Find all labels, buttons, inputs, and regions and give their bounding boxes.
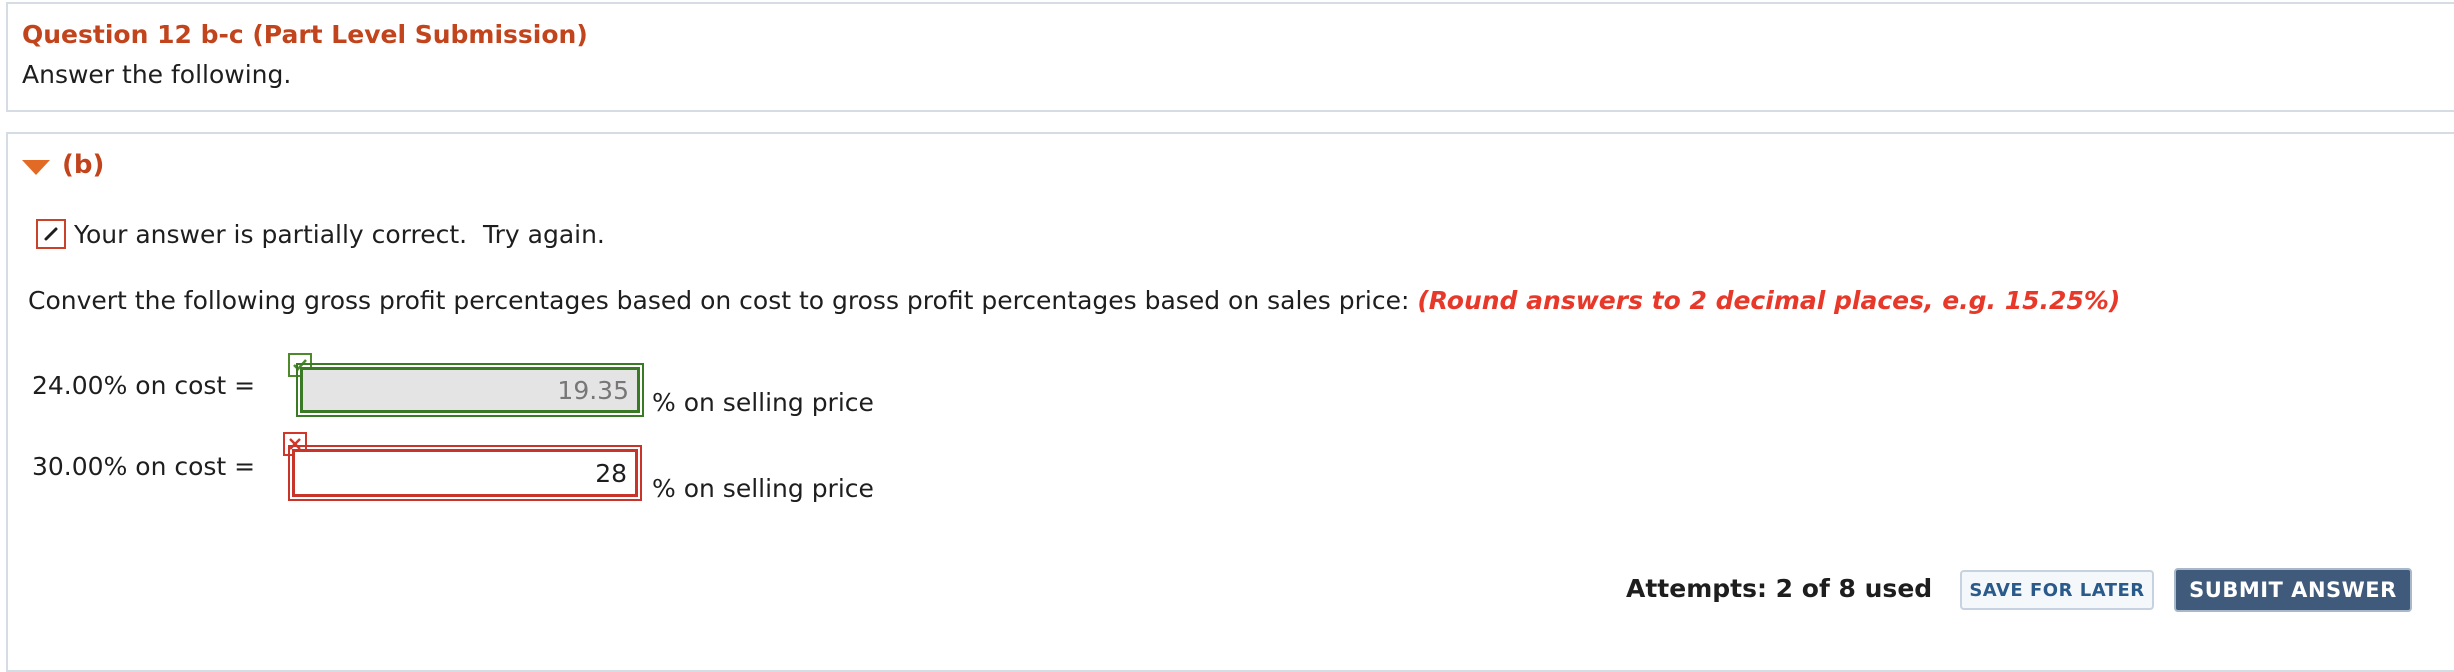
row-label-2: 30.00% on cost = <box>32 452 256 481</box>
pencil-icon <box>36 219 66 249</box>
feedback-message: Your answer is partially correct. Try ag… <box>36 219 605 249</box>
save-for-later-button[interactable]: SAVE FOR LATER <box>1960 570 2154 610</box>
question-prompt: Convert the following gross profit perce… <box>28 286 2120 315</box>
question-header <box>6 2 2454 112</box>
part-label: (b) <box>62 150 105 180</box>
submit-answer-button[interactable]: SUBMIT ANSWER <box>2174 568 2412 612</box>
question-title: Question 12 b-c (Part Level Submission) <box>22 20 588 49</box>
answer-input-2[interactable] <box>288 445 642 501</box>
question-instruction: Answer the following. <box>22 60 292 89</box>
row-suffix-1: % on selling price <box>652 388 874 417</box>
prompt-text: Convert the following gross profit perce… <box>28 286 1418 315</box>
attempts-counter: Attempts: 2 of 8 used <box>1626 574 1933 603</box>
part-b-toggle[interactable]: (b) <box>22 150 104 180</box>
feedback-text: Your answer is partially correct. Try ag… <box>74 219 605 249</box>
row-suffix-2: % on selling price <box>652 474 874 503</box>
rounding-hint: (Round answers to 2 decimal places, e.g.… <box>1417 286 2121 315</box>
answer-input-1[interactable] <box>296 363 644 417</box>
row-label-1: 24.00% on cost = <box>32 371 256 400</box>
caret-down-icon <box>22 159 50 175</box>
